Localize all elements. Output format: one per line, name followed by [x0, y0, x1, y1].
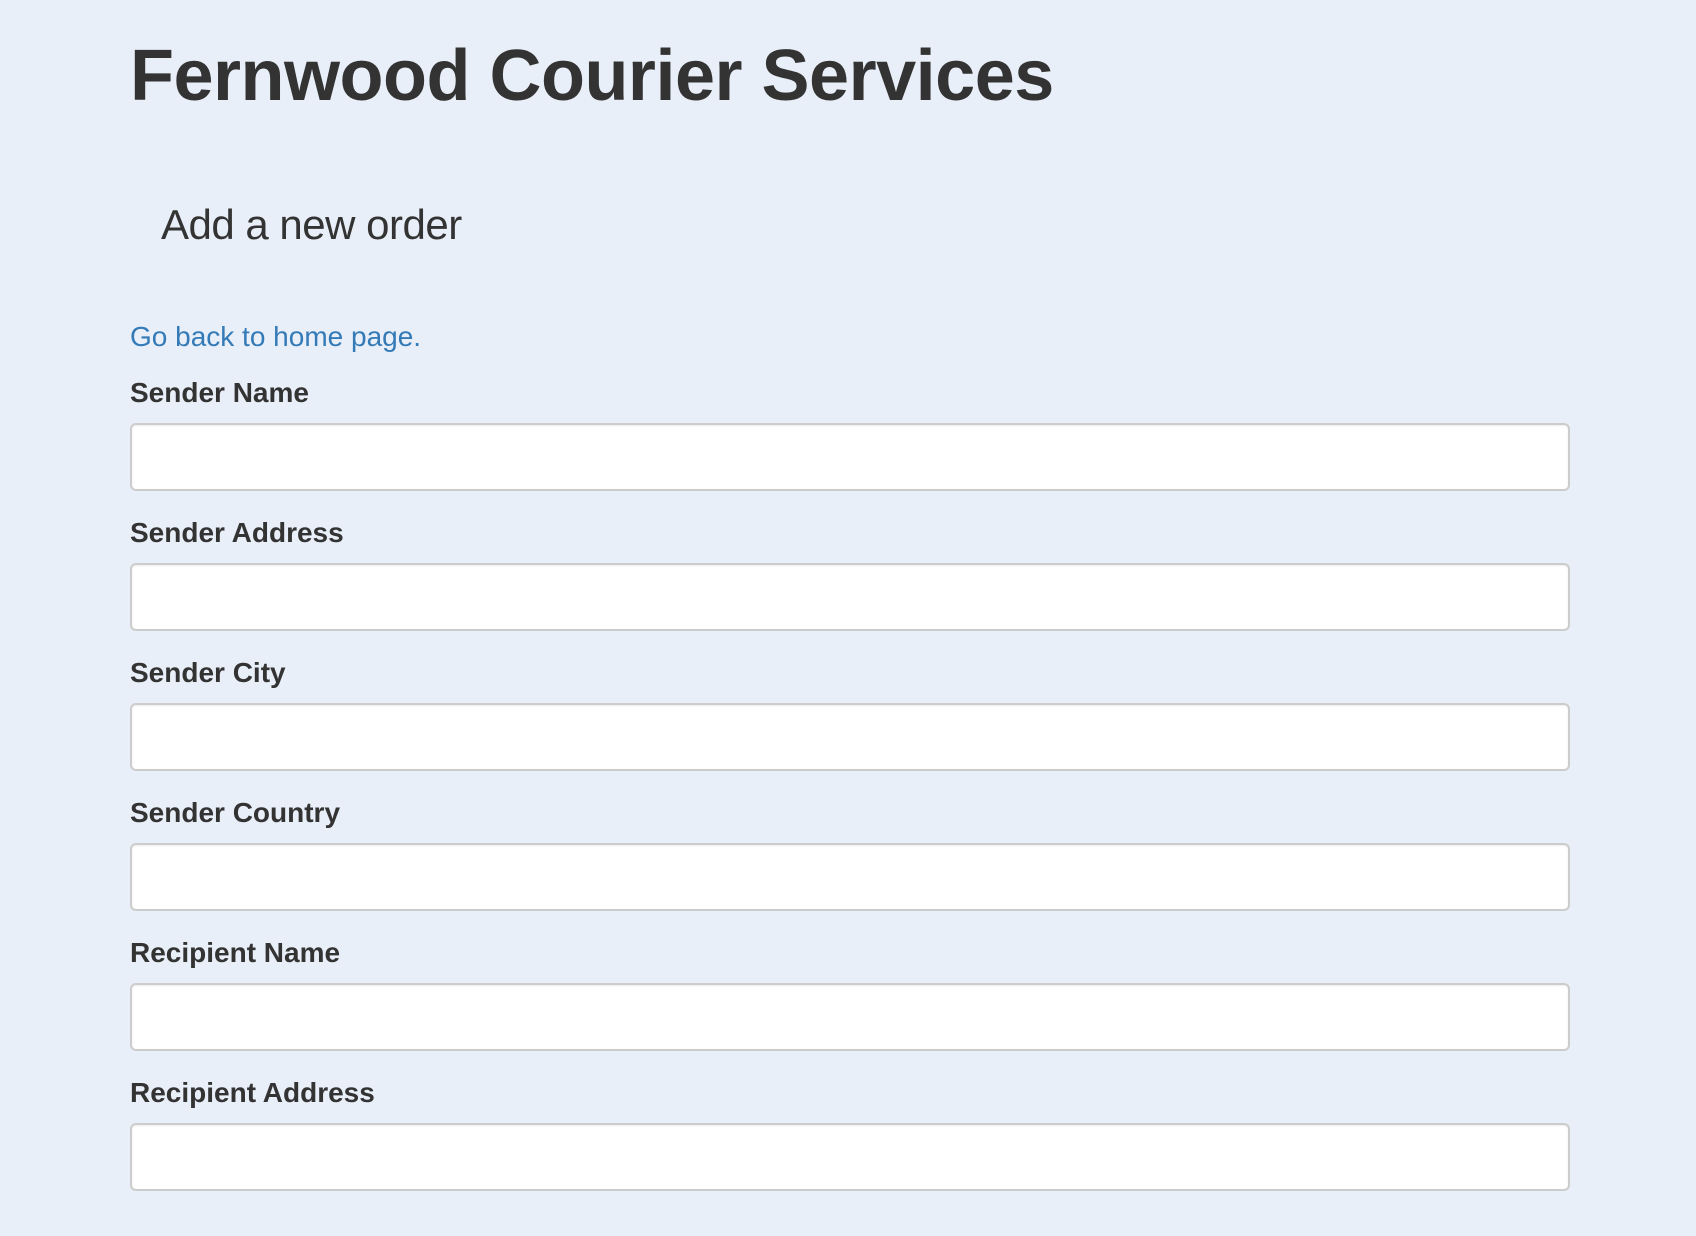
- sender-city-group: Sender City: [130, 657, 1570, 771]
- sender-country-input[interactable]: [130, 843, 1570, 911]
- sender-address-label: Sender Address: [130, 517, 344, 548]
- new-order-form: Sender Name Sender Address Sender City S…: [130, 377, 1570, 1191]
- site-title: Fernwood Courier Services: [130, 36, 1054, 116]
- recipient-name-group: Recipient Name: [130, 937, 1570, 1051]
- recipient-name-label: Recipient Name: [130, 937, 341, 968]
- recipient-address-group: Recipient Address: [130, 1077, 1570, 1191]
- sender-name-label: Sender Name: [130, 377, 309, 408]
- sender-city-input[interactable]: [130, 703, 1570, 771]
- page-container: Fernwood Courier Services Add a new orde…: [130, 0, 1570, 1191]
- sender-city-label: Sender City: [130, 657, 286, 688]
- sender-name-group: Sender Name: [130, 377, 1570, 491]
- recipient-address-input[interactable]: [130, 1123, 1570, 1191]
- sender-address-input[interactable]: [130, 563, 1570, 631]
- sender-name-input[interactable]: [130, 423, 1570, 491]
- sender-address-group: Sender Address: [130, 517, 1570, 631]
- sender-country-label: Sender Country: [130, 797, 341, 828]
- back-to-home-link[interactable]: Go back to home page.: [130, 321, 421, 353]
- recipient-address-label: Recipient Address: [130, 1077, 375, 1108]
- page-subtitle: Add a new order: [161, 201, 462, 248]
- recipient-name-input[interactable]: [130, 983, 1570, 1051]
- sender-country-group: Sender Country: [130, 797, 1570, 911]
